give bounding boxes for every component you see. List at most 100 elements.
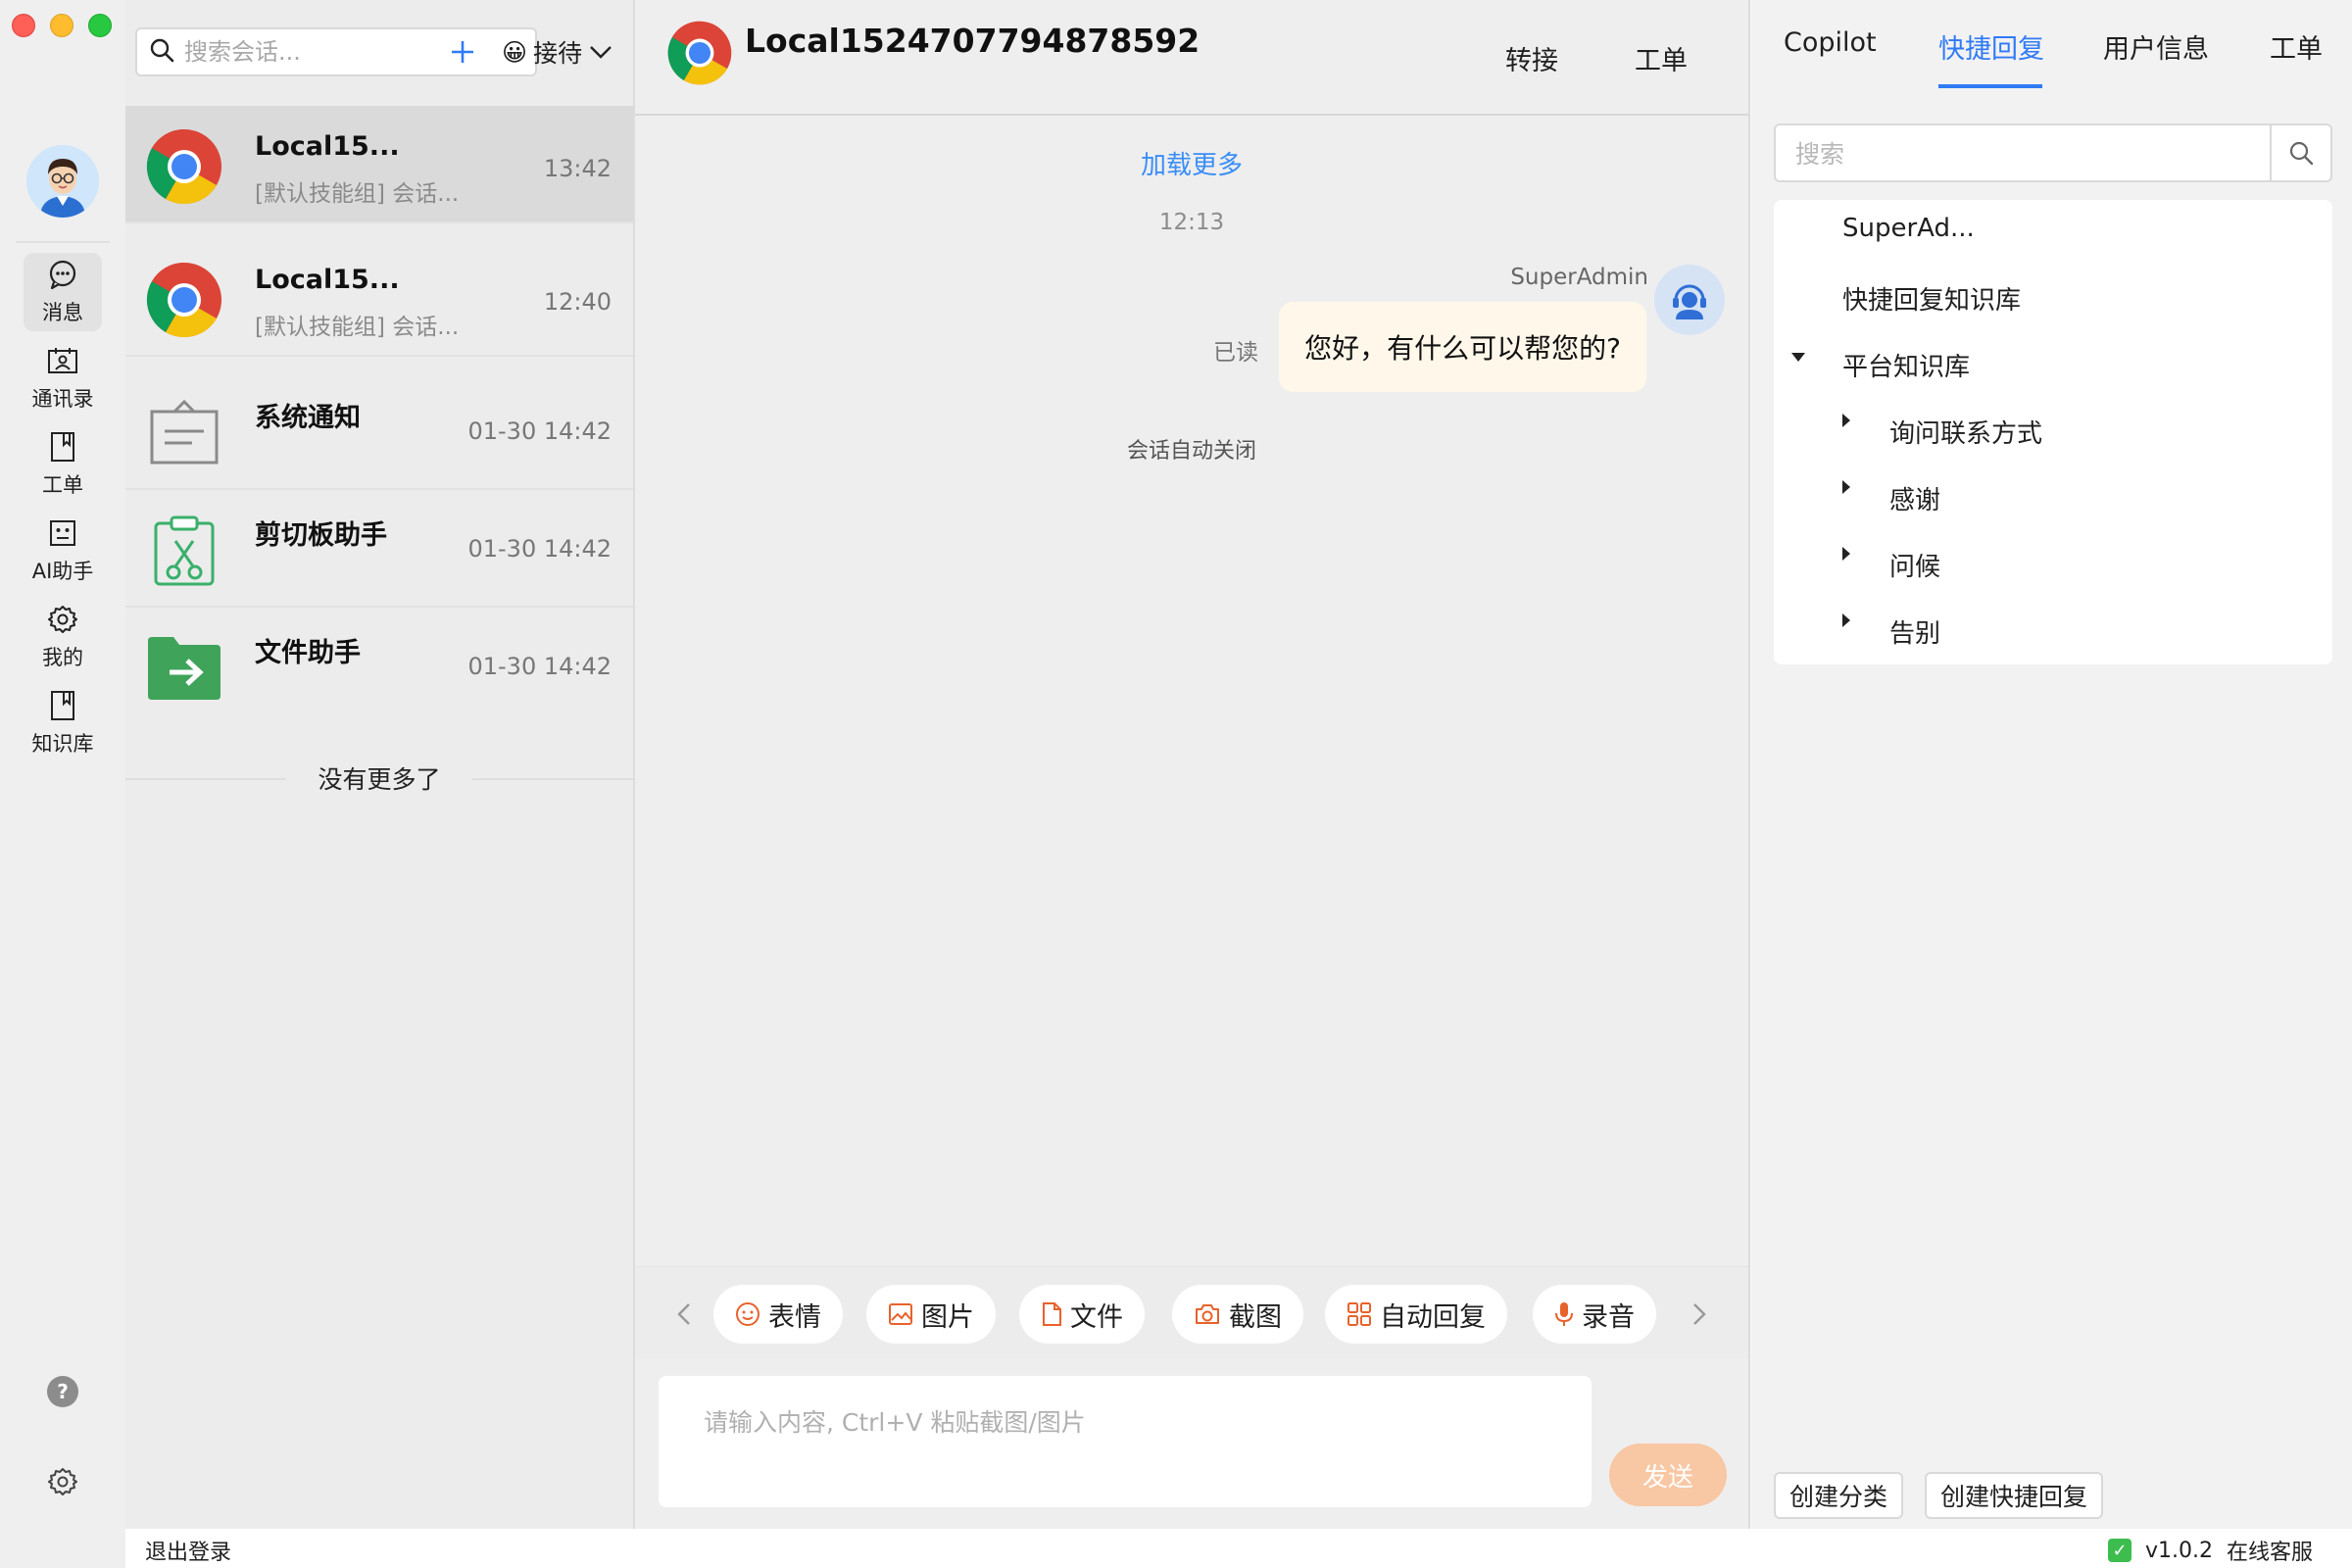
status-bar-right: ✓ v1.0.2 在线客服 [2107,1535,2313,1566]
clipboard-scissors-icon [145,512,223,590]
nav-item-knowledge-base[interactable]: 知识库 [24,684,102,762]
conversation-name: 系统通知 [255,403,361,433]
caret-right-icon[interactable] [1842,480,1850,494]
transfer-button[interactable]: 转接 [1505,39,1558,77]
settings-icon[interactable] [45,1464,80,1499]
record-tool-button[interactable]: 录音 [1533,1285,1656,1344]
conversation-name: 文件助手 [255,638,361,668]
app-window: 消息 通讯录 工单 AI助手 我的 知识库 ? 搜索会话... 😀 接待 Loc… [0,0,2352,1568]
agent-avatar-icon [26,145,99,218]
help-icon[interactable]: ? [45,1374,80,1409]
image-tool-button[interactable]: 图片 [866,1285,996,1344]
conversation-item[interactable]: Local15... [默认技能组] 会话... 13:42 [125,106,633,223]
reception-status-select[interactable]: 😀 接待 [502,29,613,74]
svg-text:?: ? [57,1380,69,1403]
file-icon [1043,1302,1061,1326]
online-service-link[interactable]: 在线客服 [2227,1535,2313,1566]
tree-node-farewell[interactable]: 告别 [1889,613,1940,650]
toolbar-scroll-left-button[interactable] [666,1295,702,1334]
message-input[interactable] [659,1376,1592,1507]
smile-icon [736,1302,760,1326]
checkmark-icon: ✓ [2107,1539,2132,1562]
load-more-link[interactable]: 加载更多 [635,145,1748,181]
tool-label: 录音 [1582,1301,1635,1333]
window-controls [12,14,112,37]
nav-label: 通讯录 [31,387,94,411]
nav-item-contacts[interactable]: 通讯录 [24,339,102,417]
grid-icon [1348,1302,1371,1326]
system-notice-icon [145,394,223,472]
conversation-time: 01-30 14:42 [467,535,612,563]
nav-rail: 消息 通讯录 工单 AI助手 我的 知识库 ? [0,0,125,1568]
chrome-icon [145,127,223,206]
minimize-window-button[interactable] [50,14,74,37]
ticket-button[interactable]: 工单 [1635,39,1688,77]
rail-divider [16,241,110,243]
caret-down-icon[interactable] [1791,353,1805,362]
screenshot-tool-button[interactable]: 截图 [1172,1285,1303,1344]
nav-item-messages[interactable]: 消息 [24,253,102,331]
create-category-button[interactable]: 创建分类 [1774,1472,1904,1519]
chrome-icon [145,261,223,339]
plus-icon [452,41,473,63]
conversation-name: Local15... [255,265,400,295]
quick-reply-search-input[interactable] [1795,137,2256,171]
conversation-item[interactable]: Local15... [默认技能组] 会话... 12:40 [125,239,633,357]
chat-title: Local1524707794878592 [745,22,1200,60]
divider-line [472,778,633,780]
tab-user-info[interactable]: 用户信息 [2103,27,2209,66]
file-tool-button[interactable]: 文件 [1019,1285,1145,1344]
tree-node-greeting[interactable]: 问候 [1889,547,1940,583]
chat-header: Local1524707794878592 转接 工单 [635,0,1748,116]
caret-right-icon[interactable] [1842,613,1850,627]
camera-icon [1196,1304,1219,1324]
book-icon [46,689,79,722]
conversation-item[interactable]: 文件助手 01-30 14:42 [125,608,633,725]
tree-node-thanks[interactable]: 感谢 [1889,480,1940,516]
conversation-item[interactable]: 剪切板助手 01-30 14:42 [125,490,633,608]
app-version: v1.0.2 [2144,1538,2213,1563]
conversation-name: Local15... [255,131,400,162]
tree-node-superadmin[interactable]: SuperAd... [1842,214,1975,243]
nav-item-ai-assistant[interactable]: AI助手 [24,512,102,590]
toolbar-scroll-right-button[interactable] [1682,1295,1717,1334]
tree-node-platform-kb[interactable]: 平台知识库 [1842,347,1970,383]
session-closed-note: 会话自动关闭 [1126,439,1256,464]
auto-reply-tool-button[interactable]: 自动回复 [1325,1285,1507,1344]
gear-icon [46,603,79,636]
caret-right-icon[interactable] [1842,414,1850,427]
nav-label: 我的 [42,646,83,669]
input-toolbar: 表情 图片 文件 截图 自动回复 录音 [635,1266,1748,1358]
conversation-item[interactable]: 系统通知 01-30 14:42 [125,372,633,490]
chrome-icon [666,20,733,86]
logout-link[interactable]: 退出登录 [145,1535,231,1566]
close-window-button[interactable] [12,14,35,37]
nav-item-mine[interactable]: 我的 [24,598,102,676]
create-quick-reply-button[interactable]: 创建快捷回复 [1925,1472,2104,1519]
nav-label: 知识库 [31,732,94,756]
maximize-window-button[interactable] [88,14,112,37]
add-conversation-button[interactable] [441,29,484,74]
conversation-time: 13:42 [543,155,612,182]
quick-reply-search-button[interactable] [2270,125,2330,180]
tab-quick-reply[interactable]: 快捷回复 [1938,27,2044,66]
no-more-indicator: 没有更多了 [125,759,633,798]
active-tab-indicator [1938,84,2042,88]
emoji-tool-button[interactable]: 表情 [713,1285,843,1344]
caret-right-icon[interactable] [1842,547,1850,561]
chevron-left-icon [677,1303,690,1325]
tree-node-ask-contact[interactable]: 询问联系方式 [1889,414,2042,450]
divider-line [125,778,286,780]
read-receipt: 已读 [1213,340,1258,366]
tab-copilot[interactable]: Copilot [1784,27,1877,58]
contacts-icon [46,344,79,377]
status-bar: 退出登录 ✓ v1.0.2 在线客服 [125,1529,2352,1568]
user-avatar[interactable] [26,145,99,218]
send-button[interactable]: 发送 [1609,1444,1727,1506]
image-icon [889,1303,912,1325]
tab-ticket[interactable]: 工单 [2270,27,2323,66]
nav-item-tickets[interactable]: 工单 [24,425,102,504]
microphone-icon [1555,1302,1573,1326]
tree-node-quick-reply-kb[interactable]: 快捷回复知识库 [1842,280,2021,317]
conversation-preview: [默认技能组] 会话... [255,181,460,207]
